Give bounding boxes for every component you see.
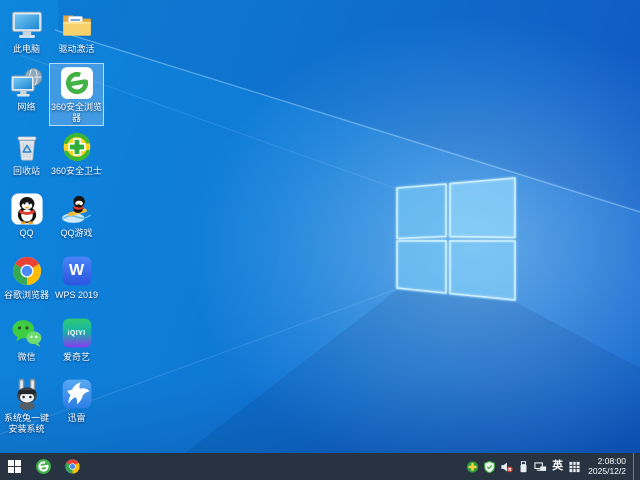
desktop-icon-label: 360安全卫士 — [50, 166, 103, 176]
this-pc-icon — [10, 8, 44, 42]
desktop-icon-google-chrome[interactable]: 谷歌浏览器 — [0, 252, 53, 303]
desktop-icon-label: 360安全浏览器 — [50, 102, 103, 123]
chrome-icon — [65, 459, 80, 474]
qq-games-icon — [60, 192, 94, 226]
volume-muted-icon[interactable] — [500, 460, 513, 474]
system-tray: 英 2:08:00 2025/12/2 — [466, 453, 640, 480]
desktop-icon-system-rabbit-installer[interactable]: 系统兔一键安装系统 — [0, 375, 53, 436]
360-browser-icon — [36, 459, 51, 474]
360-shield-icon[interactable] — [483, 460, 496, 474]
desktop-icon-label: 网络 — [17, 102, 36, 112]
desktop-icon-label: 系统兔一键安装系统 — [3, 413, 49, 434]
desktop-icon-360-secure-browser[interactable]: 360安全浏览器 — [49, 63, 104, 126]
windows-start-icon — [8, 460, 21, 473]
network-status-icon[interactable] — [534, 460, 547, 474]
wechat-icon — [10, 316, 44, 350]
desktop-icon-wechat[interactable]: 微信 — [0, 314, 53, 365]
rabbit-icon — [10, 377, 44, 411]
wps-icon: W — [60, 254, 94, 288]
360-browser-icon — [60, 66, 94, 100]
taskbar-chrome-button[interactable] — [58, 453, 87, 480]
desktop-icon-qq-games[interactable]: QQ游戏 — [50, 190, 103, 241]
desktop-icon-label: QQ游戏 — [60, 228, 93, 238]
xunlei-icon — [60, 377, 94, 411]
desktop-icon-network[interactable]: 网络 — [0, 64, 53, 115]
desktop-icon-this-pc[interactable]: 此电脑 — [0, 6, 53, 57]
desktop-icon-label: 回收站 — [12, 166, 40, 176]
desktop-icon-xunlei[interactable]: 迅雷 — [50, 375, 103, 426]
taskbar-clock[interactable]: 2:08:00 2025/12/2 — [588, 456, 626, 476]
taskbar-360-browser-button[interactable] — [29, 453, 58, 480]
desktop-icon-label: 微信 — [17, 352, 36, 362]
360-safety-guard-icon — [60, 130, 94, 164]
desktop-icon-label: WPS 2019 — [54, 290, 99, 300]
desktop-icon-driver-activation[interactable]: 驱动激活 — [50, 6, 103, 57]
desktop-icon-label: 爱奇艺 — [62, 352, 90, 362]
usb-icon[interactable] — [517, 460, 530, 474]
taskbar: 英 2:08:00 2025/12/2 — [0, 453, 640, 480]
desktop-icon-label: 此电脑 — [12, 44, 40, 54]
folder-icon — [60, 8, 94, 42]
recycle-bin-icon — [10, 130, 44, 164]
360-antivirus-icon[interactable] — [466, 460, 479, 474]
desktop-icon-label: QQ — [19, 228, 34, 238]
clock-date: 2025/12/2 — [588, 465, 626, 476]
network-icon — [10, 66, 44, 100]
desktop-icon-qq[interactable]: QQ — [0, 190, 53, 241]
desktop-icon-iqiyi[interactable]: iQIYI 爱奇艺 — [50, 314, 103, 365]
ime-grid-icon[interactable] — [568, 460, 581, 474]
qq-icon — [10, 192, 44, 226]
desktop-icon-recycle-bin[interactable]: 回收站 — [0, 128, 53, 179]
desktop-icon-label: 驱动激活 — [58, 44, 95, 54]
desktop-icon-label: 谷歌浏览器 — [3, 290, 49, 300]
ime-language-indicator[interactable]: 英 — [551, 453, 564, 480]
desktop-icon-wps-2019[interactable]: W WPS 2019 — [50, 252, 103, 303]
start-button[interactable] — [0, 453, 29, 480]
desktop-icon-label: 迅雷 — [67, 413, 86, 423]
desktop-icon-360-safety-guard[interactable]: 360安全卫士 — [50, 128, 103, 179]
iqiyi-icon: iQIYI — [60, 316, 94, 350]
desktop: 此电脑 驱动激活 网络 360安全浏览器 回收站 360安全卫士 QQ QQ游戏… — [0, 0, 640, 453]
show-desktop-button[interactable] — [633, 453, 638, 480]
chrome-icon — [10, 254, 44, 288]
